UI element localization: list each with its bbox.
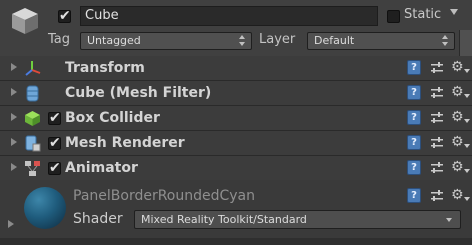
preset-sliders-icon[interactable] [430,136,444,150]
mesh-filter-icon [26,85,39,102]
chevron-down-icon [464,197,470,201]
component-enabled-checkbox[interactable]: ✔ [48,160,61,176]
component-title: Animator [65,160,138,176]
foldout-arrow-icon[interactable] [11,88,17,96]
active-checkbox[interactable]: ✔ [58,8,71,24]
shader-label: Shader [73,211,123,227]
static-label: Static [404,7,442,22]
help-book-icon[interactable]: ? [407,60,421,75]
preset-sliders-icon[interactable] [430,111,444,125]
chevron-down-icon [464,69,470,73]
updown-arrows-icon [442,35,448,47]
chevron-down-icon [464,94,470,98]
preset-sliders-icon[interactable] [430,86,444,100]
checkmark-icon: ✔ [49,110,61,126]
mesh-renderer-icon [25,135,41,152]
gear-icon[interactable]: ⚙ [451,59,464,75]
preset-sliders-icon[interactable] [430,61,444,75]
chevron-down-icon [464,119,470,123]
gameobject-cube-icon [12,8,38,34]
inspector-panel: ✔ Cube Static Tag Untagged Layer Default… [0,0,472,245]
component-enabled-checkbox[interactable]: ✔ [48,135,61,151]
object-name-field[interactable]: Cube [80,6,378,26]
preset-sliders-icon[interactable] [430,161,444,175]
gear-icon[interactable]: ⚙ [451,187,464,203]
help-book-icon[interactable]: ? [407,188,421,203]
scrollbar[interactable] [459,30,472,56]
component-row-transform[interactable]: Transform ? ⚙ [0,56,472,81]
layer-value: Default [314,34,355,47]
preset-sliders-icon[interactable] [430,189,444,203]
gear-icon[interactable]: ⚙ [451,84,464,100]
component-row-mesh-renderer[interactable]: ✔ Mesh Renderer ? ⚙ [0,131,472,156]
tag-value: Untagged [87,34,141,47]
layer-label: Layer [259,32,296,47]
checkmark-icon: ✔ [49,135,61,151]
component-title: Transform [65,60,145,76]
transform-axes-icon [25,61,41,76]
static-checkbox[interactable] [387,10,400,23]
gear-icon[interactable]: ⚙ [451,134,464,150]
gear-icon[interactable]: ⚙ [451,109,464,125]
checkmark-icon: ✔ [49,160,61,176]
animator-icon [25,161,40,176]
component-enabled-checkbox[interactable]: ✔ [48,110,61,126]
component-row-mesh-filter[interactable]: Cube (Mesh Filter) ? ⚙ [0,81,472,106]
material-preview-sphere [24,187,66,229]
chevron-down-icon [446,218,452,222]
static-dropdown-arrow-icon[interactable] [450,9,458,15]
help-book-icon[interactable]: ? [407,110,421,125]
help-book-icon[interactable]: ? [407,85,421,100]
material-name: PanelBorderRoundedCyan [73,188,256,204]
inspector-header: ✔ Cube Static Tag Untagged Layer Default [0,0,472,57]
bottom-divider [0,238,472,245]
component-title: Cube (Mesh Filter) [65,85,212,101]
foldout-arrow-icon[interactable] [11,163,17,171]
checkmark-icon: ✔ [59,8,71,24]
foldout-arrow-icon[interactable] [11,113,17,121]
chevron-down-icon [464,169,470,173]
tag-label: Tag [48,32,71,47]
tag-dropdown[interactable]: Untagged [80,32,252,50]
foldout-arrow-icon[interactable] [11,138,17,146]
shader-value: Mixed Reality Toolkit/Standard [141,213,307,226]
foldout-arrow-icon[interactable] [8,220,14,228]
foldout-arrow-icon[interactable] [11,63,17,71]
component-row-animator[interactable]: ✔ Animator ? ⚙ [0,156,472,181]
box-collider-icon [25,111,40,126]
help-book-icon[interactable]: ? [407,160,421,175]
help-book-icon[interactable]: ? [407,135,421,150]
chevron-down-icon [464,144,470,148]
component-title: Mesh Renderer [65,135,185,151]
gear-icon[interactable]: ⚙ [451,159,464,175]
layer-dropdown[interactable]: Default [307,32,455,50]
component-title: Box Collider [65,110,160,126]
shader-dropdown[interactable]: Mixed Reality Toolkit/Standard [134,210,461,229]
updown-arrows-icon [239,35,245,47]
component-row-box-collider[interactable]: ✔ Box Collider ? ⚙ [0,106,472,131]
